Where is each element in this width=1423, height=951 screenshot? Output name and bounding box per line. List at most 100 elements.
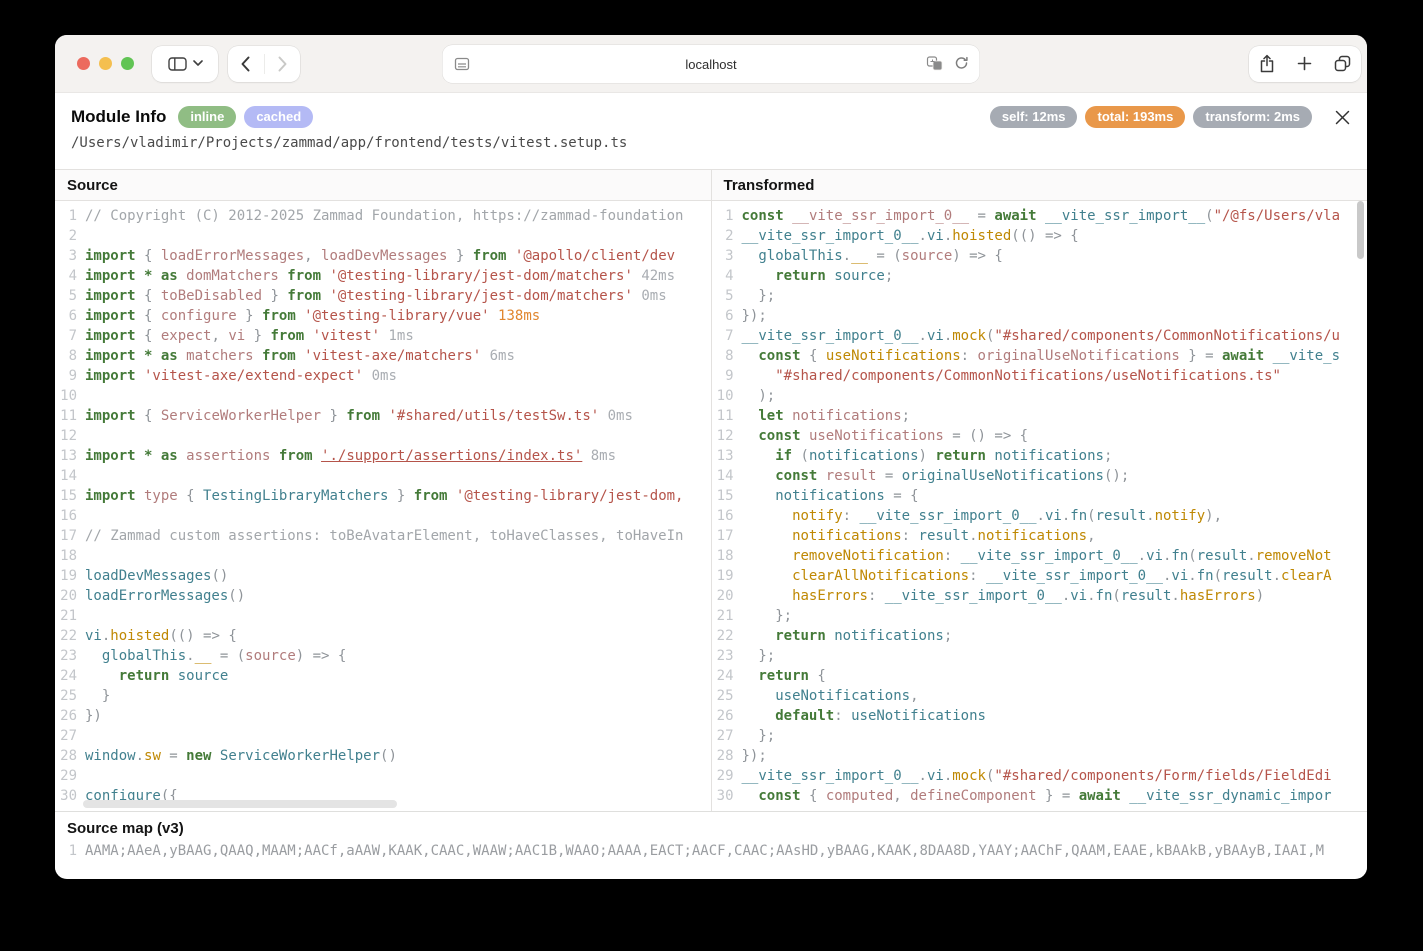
- line-number: 8: [55, 346, 85, 366]
- line-number: 13: [712, 446, 742, 466]
- code-line: 29__vite_ssr_import_0__.vi.mock("#shared…: [712, 766, 1368, 786]
- line-number: 22: [55, 626, 85, 646]
- line-number: 10: [55, 386, 85, 406]
- line-number: 21: [712, 606, 742, 626]
- line-number: 15: [712, 486, 742, 506]
- line-number: 1: [55, 841, 85, 861]
- url-text[interactable]: localhost: [443, 57, 980, 72]
- code-line: 24 return source: [55, 666, 711, 686]
- line-number: 9: [55, 366, 85, 386]
- source-code: 1// Copyright (C) 2012-2025 Zammad Found…: [55, 201, 711, 806]
- line-number: 25: [55, 686, 85, 706]
- code-line: 23 };: [712, 646, 1368, 666]
- page-settings-icon[interactable]: [455, 57, 470, 71]
- code-line: 10 );: [712, 386, 1368, 406]
- vertical-scrollbar[interactable]: [1357, 201, 1364, 259]
- line-number: 11: [712, 406, 742, 426]
- code-line: 2__vite_ssr_import_0__.vi.hoisted(() => …: [712, 226, 1368, 246]
- line-number: 13: [55, 446, 85, 466]
- code-line: 1const __vite_ssr_import_0__ = await __v…: [712, 206, 1368, 226]
- code-line: 21 };: [712, 606, 1368, 626]
- code-line: 12 const useNotifications = () => {: [712, 426, 1368, 446]
- back-icon[interactable]: [228, 56, 264, 72]
- code-line: 15import type { TestingLibraryMatchers }…: [55, 486, 711, 506]
- line-number: 4: [55, 266, 85, 286]
- line-number: 27: [712, 726, 742, 746]
- code-line: 28});: [712, 746, 1368, 766]
- code-line: 4 return source;: [712, 266, 1368, 286]
- page-title: Module Info: [71, 107, 166, 127]
- horizontal-scrollbar[interactable]: [83, 800, 397, 808]
- code-line: 7__vite_ssr_import_0__.vi.mock("#shared/…: [712, 326, 1368, 346]
- minimize-window-button[interactable]: [99, 57, 112, 70]
- code-line: 6});: [712, 306, 1368, 326]
- source-pane-title: Source: [55, 170, 711, 200]
- line-number: 27: [55, 726, 85, 746]
- line-number: 24: [55, 666, 85, 686]
- code-line: 22vi.hoisted(() => {: [55, 626, 711, 646]
- code-line: 13import * as assertions from './support…: [55, 446, 711, 466]
- code-line: 30 const { computed, defineComponent } =…: [712, 786, 1368, 806]
- chevron-down-icon[interactable]: [193, 60, 203, 67]
- line-number: 25: [712, 686, 742, 706]
- share-icon[interactable]: [1259, 54, 1275, 73]
- pane-headers: Source Transformed: [55, 169, 1367, 201]
- code-line: 1// Copyright (C) 2012-2025 Zammad Found…: [55, 206, 711, 226]
- code-line: 20loadErrorMessages(): [55, 586, 711, 606]
- code-line: 14 const result = originalUseNotificatio…: [712, 466, 1368, 486]
- code-line: 24 return {: [712, 666, 1368, 686]
- source-pane[interactable]: 1// Copyright (C) 2012-2025 Zammad Found…: [55, 201, 711, 811]
- line-number: 5: [55, 286, 85, 306]
- code-line: 22 return notifications;: [712, 626, 1368, 646]
- line-number: 7: [712, 326, 742, 346]
- code-line: 12: [55, 426, 711, 446]
- line-number: 17: [55, 526, 85, 546]
- code-line: 3 globalThis.__ = (source) => {: [712, 246, 1368, 266]
- line-number: 29: [712, 766, 742, 786]
- line-number: 30: [712, 786, 742, 806]
- code-line: 5 };: [712, 286, 1368, 306]
- code-line: 19loadDevMessages(): [55, 566, 711, 586]
- line-number: 2: [712, 226, 742, 246]
- line-number: 15: [55, 486, 85, 506]
- code-panes: 1// Copyright (C) 2012-2025 Zammad Found…: [55, 201, 1367, 811]
- address-bar[interactable]: localhost: [443, 45, 980, 83]
- line-number: 2: [55, 226, 85, 246]
- zoom-window-button[interactable]: [121, 57, 134, 70]
- browser-titlebar: localhost: [55, 35, 1367, 93]
- code-line: 17// Zammad custom assertions: toBeAvata…: [55, 526, 711, 546]
- transform-time-badge: transform: 2ms: [1193, 106, 1312, 128]
- module-info-header: Module Info inlinecached self: 12mstotal…: [55, 93, 1367, 169]
- code-line: 8 const { useNotifications: originalUseN…: [712, 346, 1368, 366]
- tabs-overview-icon[interactable]: [1334, 55, 1351, 72]
- code-line: 23 globalThis.__ = (source) => {: [55, 646, 711, 666]
- line-number: 12: [55, 426, 85, 446]
- new-tab-icon[interactable]: [1297, 56, 1312, 71]
- module-badges: inlinecached: [178, 106, 321, 128]
- translate-icon[interactable]: [927, 56, 944, 71]
- code-line: 25 }: [55, 686, 711, 706]
- line-number: 11: [55, 406, 85, 426]
- inline-badge: inline: [178, 106, 236, 128]
- transformed-pane[interactable]: 1const __vite_ssr_import_0__ = await __v…: [711, 201, 1368, 811]
- reload-icon[interactable]: [954, 55, 970, 71]
- code-line: 15 notifications = {: [712, 486, 1368, 506]
- forward-icon[interactable]: [264, 56, 300, 72]
- line-number: 18: [55, 546, 85, 566]
- line-number: 29: [55, 766, 85, 786]
- browser-window: localhost Module Info: [55, 35, 1367, 879]
- code-line: 16: [55, 506, 711, 526]
- transformed-pane-title: Transformed: [711, 170, 1368, 200]
- close-icon[interactable]: [1334, 109, 1351, 126]
- line-number: 23: [55, 646, 85, 666]
- code-line: 26}): [55, 706, 711, 726]
- line-number: 10: [712, 386, 742, 406]
- code-line: 1AAMA;AAeA,yBAAG,QAAQ,MAAM;AACf,aAAW,KAA…: [55, 841, 1367, 861]
- close-window-button[interactable]: [77, 57, 90, 70]
- line-number: 6: [55, 306, 85, 326]
- line-number: 24: [712, 666, 742, 686]
- sidebar-icon[interactable]: [168, 56, 187, 72]
- code-line: 26 default: useNotifications: [712, 706, 1368, 726]
- code-line: 9import 'vitest-axe/extend-expect' 0ms: [55, 366, 711, 386]
- line-number: 20: [55, 586, 85, 606]
